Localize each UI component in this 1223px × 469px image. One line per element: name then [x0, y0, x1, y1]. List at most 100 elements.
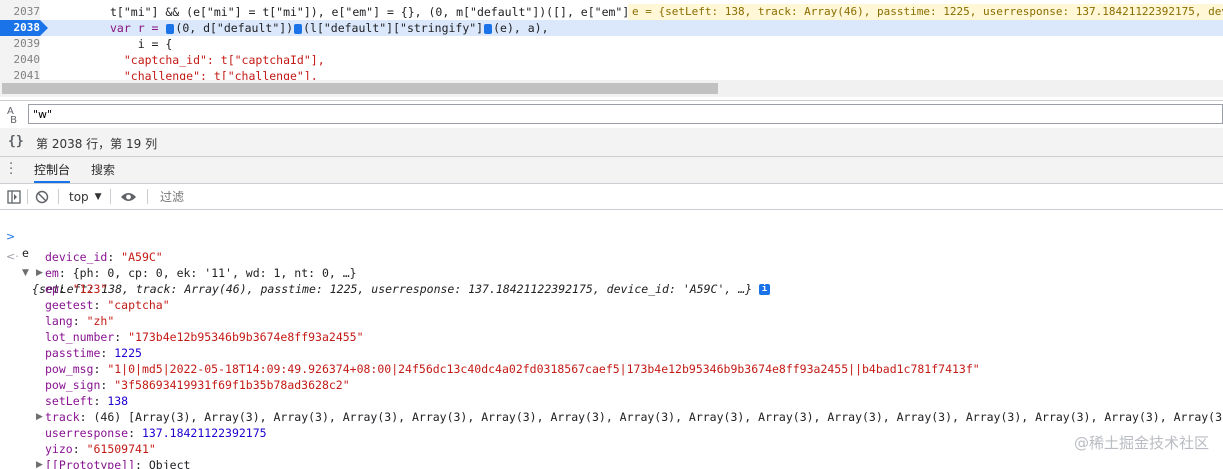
- editor-status-bar: {} 第 2038 行，第 19 列: [0, 128, 1223, 157]
- code-line: 2039 i = {: [0, 36, 1223, 52]
- property-key: track: [45, 410, 80, 424]
- property-row[interactable]: lot_number: "173b4e12b95346b9b3674e8ff93…: [0, 329, 1223, 345]
- drawer-tab-bar: · · · 控制台 搜索: [0, 157, 1223, 184]
- more-menu-icon[interactable]: · · ·: [9, 158, 13, 181]
- code-text: "captcha_id": t["captchaId"],: [110, 53, 325, 67]
- context-label: top: [69, 189, 89, 204]
- code-line: 2037 t["mi"] && (e["mi"] = t["mi"]), e["…: [0, 4, 1223, 20]
- property-key: userresponse: [45, 426, 129, 440]
- toolbar-divider: [27, 189, 28, 204]
- code-segment: var r =: [110, 21, 166, 35]
- property-key: pow_msg: [45, 362, 94, 376]
- expand-caret-icon[interactable]: ▶: [36, 409, 43, 425]
- console-output: > e <· ▼ {setLeft: 138, track: Array(46)…: [0, 210, 1223, 469]
- tab-search[interactable]: 搜索: [91, 157, 115, 183]
- live-expression-eye-icon[interactable]: [120, 184, 137, 209]
- property-entry: setLeft: 138: [45, 394, 129, 408]
- filter-box[interactable]: [158, 184, 1062, 209]
- property-key: yizo: [45, 442, 73, 456]
- line-number[interactable]: 2040: [0, 52, 40, 68]
- property-value: (46) [Array(3), Array(3), Array(3), Arra…: [93, 410, 1223, 424]
- property-value: 137.18421122392175: [141, 426, 267, 440]
- pretty-print-icon[interactable]: {}: [8, 134, 24, 149]
- match-case-icon[interactable]: A B: [7, 107, 17, 126]
- property-entry: yizo: "61509741": [45, 442, 156, 456]
- property-entry: [[Prototype]]: Object: [45, 457, 190, 469]
- property-key: ep: [45, 282, 59, 296]
- property-value: "zh": [86, 314, 115, 328]
- step-marker-icon[interactable]: [484, 23, 493, 34]
- console-toolbar: top ▼: [0, 184, 1223, 210]
- sidebar-toggle-icon[interactable]: [7, 184, 21, 209]
- property-value: "captcha": [107, 298, 170, 312]
- property-entry: geetest: "captcha": [45, 298, 170, 312]
- watermark: @稀土掘金技术社区: [1073, 434, 1209, 452]
- property-row[interactable]: yizo: "61509741": [0, 441, 1223, 457]
- property-value: "123": [72, 282, 108, 296]
- property-row[interactable]: geetest: "captcha": [0, 297, 1223, 313]
- property-row[interactable]: lang: "zh": [0, 313, 1223, 329]
- property-entry: pow_msg: "1|0|md5|2022-05-18T14:09:49.92…: [45, 362, 980, 376]
- property-row[interactable]: ▶ [[Prototype]]: Object: [0, 457, 1223, 469]
- property-row[interactable]: userresponse: 137.18421122392175: [0, 425, 1223, 441]
- property-key: em: [45, 266, 59, 280]
- code-line-current: 2038 var r = (0, d["default"]) (l["defaul…: [0, 20, 1223, 36]
- property-row[interactable]: setLeft: 138: [0, 393, 1223, 409]
- property-row[interactable]: ▶ em: {ph: 0, cp: 0, ek: '11', wd: 1, nt:…: [0, 265, 1223, 281]
- property-key: pow_sign: [45, 378, 101, 392]
- code-text: "challenge": t["challenge"],: [110, 69, 318, 80]
- step-marker-icon[interactable]: [166, 23, 175, 34]
- property-value: 1225: [114, 346, 142, 360]
- line-number[interactable]: 2039: [0, 36, 40, 52]
- property-key: passtime: [45, 346, 101, 360]
- code-segment: (l["default"]["stringify"]: [303, 21, 484, 35]
- code-segment: (0, d["default"]): [175, 21, 294, 35]
- line-number[interactable]: 2041: [0, 68, 40, 80]
- property-row[interactable]: pow_msg: "1|0|md5|2022-05-18T14:09:49.92…: [0, 361, 1223, 377]
- toolbar-divider: [58, 189, 59, 204]
- property-key: lot_number: [45, 330, 115, 344]
- expand-caret-icon[interactable]: ▶: [36, 457, 43, 469]
- property-row[interactable]: pow_sign: "3f58693419931f69f1b35b78ad362…: [0, 377, 1223, 393]
- filter-input[interactable]: [158, 188, 1062, 205]
- step-marker-icon[interactable]: [294, 23, 303, 34]
- search-input[interactable]: [29, 105, 1222, 123]
- context-selector[interactable]: top ▼: [69, 184, 102, 209]
- expand-caret-icon[interactable]: ▶: [36, 265, 43, 281]
- property-key: geetest: [45, 298, 94, 312]
- scrollbar-thumb[interactable]: [2, 83, 718, 94]
- property-row[interactable]: device_id: "A59C": [0, 249, 1223, 265]
- property-entry: device_id: "A59C": [45, 250, 163, 264]
- source-editor[interactable]: 2037 t["mi"] && (e["mi"] = t["mi"]), e["…: [0, 0, 1223, 80]
- property-entry: userresponse: 137.18421122392175: [45, 426, 267, 440]
- property-row[interactable]: passtime: 1225: [0, 345, 1223, 361]
- property-row[interactable]: ep: "123": [0, 281, 1223, 297]
- property-entry: track: (46) [Array(3), Array(3), Array(3…: [45, 409, 1223, 425]
- property-entry: pow_sign: "3f58693419931f69f1b35b78ad362…: [45, 378, 350, 392]
- code-text: i = {: [110, 37, 173, 51]
- property-row[interactable]: ▶ track: (46) [Array(3), Array(3), Array(…: [0, 409, 1223, 425]
- property-value: "1|0|md5|2022-05-18T14:09:49.926374+08:0…: [107, 362, 980, 376]
- property-key: [[Prototype]]: [45, 458, 136, 469]
- property-entry: em: {ph: 0, cp: 0, ek: '11', wd: 1, nt: …: [45, 266, 357, 280]
- code-line: 2041 "challenge": t["challenge"],: [0, 68, 1223, 80]
- property-value: 138: [107, 394, 129, 408]
- property-value: "173b4e12b95346b9b3674e8ff93a2455": [128, 330, 364, 344]
- property-key: device_id: [45, 250, 108, 264]
- toolbar-divider: [110, 189, 111, 204]
- property-entry: passtime: 1225: [45, 346, 142, 360]
- property-value: "3f58693419931f69f1b35b78ad3628c2": [114, 378, 350, 392]
- property-entry: ep: "123": [45, 282, 108, 296]
- console-input-line: > e: [0, 213, 1223, 260]
- tab-console[interactable]: 控制台: [34, 157, 71, 183]
- property-value: Object: [148, 458, 191, 469]
- line-number-breakpoint[interactable]: 2038: [0, 20, 40, 36]
- clear-console-icon[interactable]: [35, 184, 49, 209]
- property-value: {ph: 0, cp: 0, ek: '11', wd: 1, nt: 0, ……: [72, 266, 357, 280]
- code-text: t["mi"] && (e["mi"] = t["mi"]), e["em"] …: [110, 5, 644, 19]
- line-number[interactable]: 2037: [0, 4, 40, 20]
- dropdown-arrow-icon: ▼: [94, 191, 102, 202]
- search-bar: A B: [0, 100, 1223, 129]
- console-result-line[interactable]: <· ▼ {setLeft: 138, track: Array(46), pa…: [0, 233, 1223, 296]
- editor-horizontal-scrollbar[interactable]: [0, 80, 1223, 97]
